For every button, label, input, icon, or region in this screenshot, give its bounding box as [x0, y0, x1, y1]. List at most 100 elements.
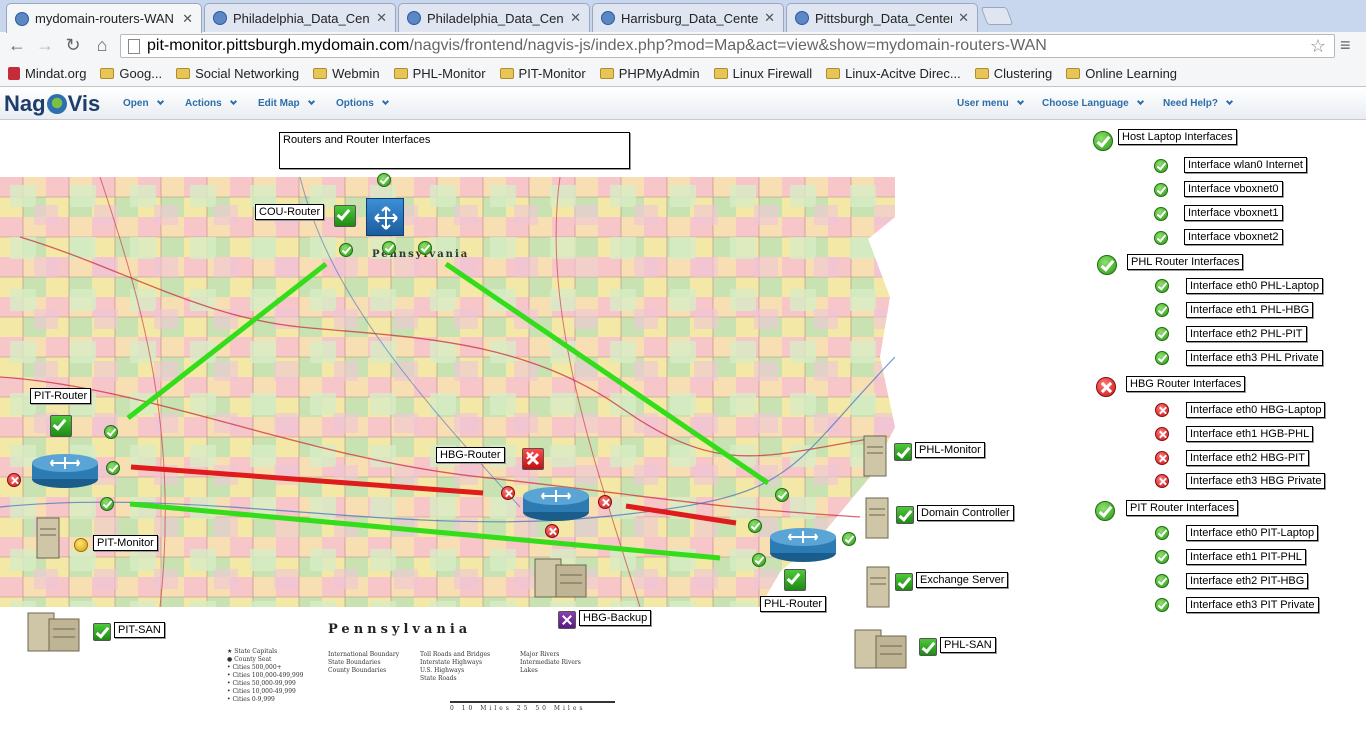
interface-status-icon[interactable] [1155, 351, 1169, 365]
pit-interface-status-icon[interactable] [104, 425, 118, 439]
menu-open[interactable]: Open [123, 97, 164, 109]
cou-interface-status-icon[interactable] [418, 241, 432, 255]
phl-monitor-server-icon[interactable] [863, 435, 887, 477]
group-label-host-laptop[interactable]: Host Laptop Interfaces [1118, 129, 1237, 145]
tab-harrisburg[interactable]: Harrisburg_Data_Center ( ✕ [592, 3, 784, 32]
exchange-server-label[interactable]: Exchange Server [916, 572, 1009, 588]
interface-label[interactable]: Interface eth0 HBG-Laptop [1186, 402, 1326, 418]
phl-monitor-label[interactable]: PHL-Monitor [915, 442, 985, 458]
phl-router-icon[interactable] [769, 525, 837, 563]
bookmark-linux-active-directory[interactable]: Linux-Acitve Direc... [826, 66, 961, 81]
hbg-backup-storage-icon[interactable] [534, 555, 588, 599]
interface-status-icon[interactable] [1155, 598, 1169, 612]
close-icon[interactable]: ✕ [182, 11, 193, 27]
interface-status-icon[interactable] [1154, 159, 1168, 173]
hbg-backup-status-icon[interactable] [558, 611, 576, 629]
close-icon[interactable]: ✕ [958, 10, 969, 26]
tab-pittsburgh[interactable]: Pittsburgh_Data_Center_ ✕ [786, 3, 978, 32]
chrome-menu-icon[interactable]: ≡ [1340, 35, 1351, 56]
home-icon[interactable]: ⌂ [91, 35, 113, 56]
group-status-icon[interactable] [1097, 255, 1117, 275]
pit-monitor-server-icon[interactable] [36, 517, 60, 559]
reload-icon[interactable]: ↻ [62, 35, 84, 56]
cou-router-status-icon[interactable] [334, 205, 356, 227]
hbg-router-status-icon[interactable] [522, 448, 544, 470]
bookmark-linux-firewall[interactable]: Linux Firewall [713, 66, 812, 81]
pit-router-icon[interactable] [31, 451, 99, 489]
close-icon[interactable]: ✕ [764, 10, 775, 26]
tab-active[interactable]: mydomain-routers-WAN ✕ [6, 3, 202, 33]
bookmark-phl-monitor[interactable]: PHL-Monitor [393, 66, 486, 81]
hbg-interface-status-icon[interactable] [545, 524, 559, 538]
close-icon[interactable]: ✕ [570, 10, 581, 26]
bookmark-online-learning[interactable]: Online Learning [1066, 66, 1177, 81]
phl-router-status-icon[interactable] [784, 569, 806, 591]
interface-status-icon[interactable] [1155, 526, 1169, 540]
group-status-icon[interactable] [1096, 377, 1116, 397]
interface-status-icon[interactable] [1155, 303, 1169, 317]
interface-status-icon[interactable] [1155, 327, 1169, 341]
address-bar[interactable]: pit-monitor.pittsburgh.mydomain.com/nagv… [120, 34, 1335, 58]
bookmark-webmin[interactable]: Webmin [313, 66, 380, 81]
interface-label[interactable]: Interface eth1 HGB-PHL [1186, 426, 1314, 442]
interface-label[interactable]: Interface eth3 PIT Private [1186, 597, 1319, 613]
interface-status-icon[interactable] [1155, 574, 1169, 588]
cou-router-label[interactable]: COU-Router [255, 204, 325, 220]
bookmark-google[interactable]: Goog... [100, 66, 162, 81]
interface-label[interactable]: Interface eth2 PHL-PIT [1186, 326, 1307, 342]
pit-router-status-icon[interactable] [50, 415, 72, 437]
hbg-interface-status-icon[interactable] [501, 486, 515, 500]
cou-interface-status-icon[interactable] [382, 241, 396, 255]
pit-san-label[interactable]: PIT-SAN [114, 622, 165, 638]
interface-status-icon[interactable] [1155, 279, 1169, 293]
bookmark-star-icon[interactable]: ☆ [1310, 35, 1326, 57]
bookmark-phpmyadmin[interactable]: PHPMyAdmin [599, 66, 700, 81]
phl-interface-status-icon[interactable] [775, 488, 789, 502]
interface-status-icon[interactable] [1155, 403, 1169, 417]
bookmark-social-networking[interactable]: Social Networking [176, 66, 299, 81]
phl-interface-status-icon[interactable] [842, 532, 856, 546]
interface-label[interactable]: Interface eth3 PHL Private [1186, 350, 1323, 366]
phl-san-storage-icon[interactable] [854, 626, 908, 670]
interface-label[interactable]: Interface eth0 PIT-Laptop [1186, 525, 1319, 541]
interface-label[interactable]: Interface vboxnet2 [1184, 229, 1283, 245]
hbg-backup-label[interactable]: HBG-Backup [579, 610, 652, 626]
pit-monitor-status-icon[interactable] [74, 538, 88, 552]
domain-controller-label[interactable]: Domain Controller [917, 505, 1014, 521]
interface-status-icon[interactable] [1155, 427, 1169, 441]
exchange-server-status-icon[interactable] [895, 573, 913, 591]
interface-label[interactable]: Interface eth1 PIT-PHL [1186, 549, 1306, 565]
domain-controller-server-icon[interactable] [865, 497, 889, 539]
link-pit-phl[interactable] [129, 501, 721, 561]
exchange-server-icon[interactable] [866, 566, 890, 608]
nagvis-logo[interactable]: Nag Vis [4, 91, 100, 117]
group-label-hbg-router[interactable]: HBG Router Interfaces [1126, 376, 1246, 392]
hbg-router-label[interactable]: HBG-Router [436, 447, 505, 463]
bookmark-mindat[interactable]: Mindat.org [8, 66, 86, 81]
pit-san-status-icon[interactable] [93, 623, 111, 641]
pit-interface-status-icon[interactable] [100, 497, 114, 511]
hbg-router-icon[interactable] [522, 484, 590, 522]
cou-interface-status-icon[interactable] [377, 173, 391, 187]
menu-choose-language[interactable]: Choose Language [1042, 97, 1144, 109]
phl-monitor-status-icon[interactable] [894, 443, 912, 461]
interface-status-icon[interactable] [1154, 183, 1168, 197]
pit-interface-status-icon[interactable] [7, 473, 21, 487]
pit-monitor-label[interactable]: PIT-Monitor [93, 535, 158, 551]
menu-options[interactable]: Options [336, 97, 389, 109]
interface-status-icon[interactable] [1155, 451, 1169, 465]
cou-router-switch-icon[interactable] [366, 198, 404, 236]
phl-router-label[interactable]: PHL-Router [760, 596, 827, 612]
menu-user[interactable]: User menu [957, 97, 1024, 109]
pit-san-storage-icon[interactable] [27, 609, 81, 653]
bookmark-pit-monitor[interactable]: PIT-Monitor [499, 66, 586, 81]
hbg-interface-status-icon[interactable] [598, 495, 612, 509]
interface-label[interactable]: Interface vboxnet0 [1184, 181, 1283, 197]
phl-san-status-icon[interactable] [919, 638, 937, 656]
group-status-icon[interactable] [1093, 131, 1113, 151]
group-label-pit-router[interactable]: PIT Router Interfaces [1126, 500, 1239, 516]
domain-controller-status-icon[interactable] [896, 506, 914, 524]
menu-actions[interactable]: Actions [185, 97, 237, 109]
bookmark-clustering[interactable]: Clustering [974, 66, 1052, 81]
close-icon[interactable]: ✕ [376, 10, 387, 26]
